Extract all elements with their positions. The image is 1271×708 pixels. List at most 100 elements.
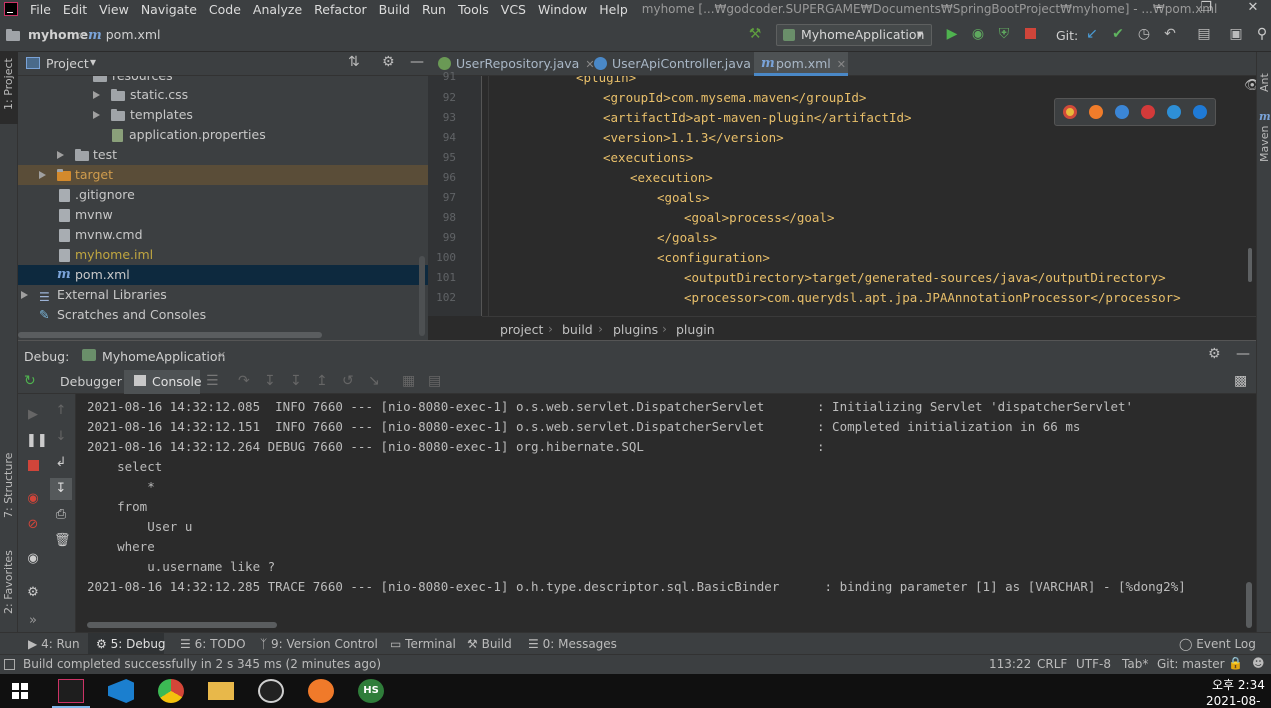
chrome-icon[interactable] [1063, 105, 1077, 119]
tree-item-scratches[interactable]: ✎ Scratches and Consoles [18, 305, 428, 325]
console-output[interactable]: 2021-08-16 14:32:12.085 INFO 7660 --- [n… [76, 394, 1256, 632]
menu-view[interactable]: View [93, 2, 135, 17]
menu-refactor[interactable]: Refactor [308, 2, 372, 17]
breadcrumb-item[interactable]: build [562, 322, 593, 337]
menu-vcs[interactable]: VCS [495, 2, 532, 17]
pause-icon[interactable]: ❚❚ [26, 434, 48, 448]
console-vertical-scrollbar[interactable] [1246, 582, 1252, 628]
memory-indicator-icon[interactable]: ☻ [1252, 656, 1265, 670]
drop-frame-icon[interactable]: ↺ [342, 373, 354, 389]
run-icon[interactable]: ▶ [944, 26, 960, 42]
tree-item-external-libraries[interactable]: ☰ External Libraries [18, 285, 428, 305]
safari-icon[interactable] [1115, 105, 1129, 119]
tool-messages[interactable]: ☰ 0: Messages [528, 637, 617, 651]
stop-icon[interactable] [1022, 26, 1038, 42]
project-panel-title[interactable]: Project [46, 56, 89, 71]
breadcrumb-item[interactable]: plugin [676, 322, 715, 337]
menu-lines-icon[interactable]: ☰ [206, 373, 219, 389]
tab-debugger[interactable]: Debugger [60, 374, 122, 389]
tree-item-pom-xml[interactable]: m pom.xml [18, 265, 428, 285]
git-branch[interactable]: Git: master [1157, 657, 1225, 671]
chrome-taskbar-icon[interactable] [158, 679, 184, 703]
lock-icon[interactable]: 🔒 [1228, 656, 1243, 670]
tab-user-api-controller[interactable]: UserApiController.java✕ [586, 52, 766, 76]
step-over-icon[interactable]: ↷ [238, 373, 250, 389]
tab-pom-xml[interactable]: m pom.xml ✕ [754, 52, 848, 76]
collapse-all-icon[interactable]: ⇅ [348, 54, 360, 70]
hide-panel-icon[interactable]: — [1236, 346, 1250, 362]
tab-console[interactable]: Console [124, 370, 202, 394]
menu-tools[interactable]: Tools [452, 2, 495, 17]
console-horizontal-scrollbar[interactable] [87, 622, 277, 628]
ant-tool-label[interactable]: Ant [1258, 73, 1271, 92]
history-icon[interactable]: ◷ [1136, 26, 1152, 42]
menu-analyze[interactable]: Analyze [247, 2, 308, 17]
more-icon[interactable]: » [26, 614, 40, 628]
restore-button[interactable]: ❐ [1190, 0, 1222, 18]
up-arrow-icon[interactable]: ↑ [54, 404, 68, 418]
tree-item-mvnw-cmd[interactable]: mvnw.cmd [18, 225, 428, 245]
panel-toggle-icon[interactable] [4, 659, 15, 670]
close-tab-icon[interactable]: ✕ [837, 58, 846, 71]
menu-window[interactable]: Window [532, 2, 593, 17]
internet-explorer-icon[interactable] [1167, 105, 1181, 119]
tool-event-log[interactable]: ◯ Event Log [1179, 637, 1256, 651]
minimize-button[interactable]: – [1143, 0, 1175, 18]
structure-tool-label[interactable]: 7: Structure [2, 453, 15, 518]
trace-icon[interactable]: ▤ [428, 373, 441, 389]
view-breakpoints-icon[interactable]: ◉ [26, 492, 40, 506]
down-arrow-icon[interactable]: ↓ [54, 430, 68, 444]
menu-file[interactable]: File [24, 2, 57, 17]
soft-wrap-icon[interactable]: ↲ [54, 456, 68, 470]
tool-terminal[interactable]: ▭ Terminal [390, 637, 456, 651]
git-update-icon[interactable]: ↙ [1084, 26, 1100, 42]
indent-setting[interactable]: Tab* [1122, 657, 1148, 671]
build-hammer-icon[interactable]: ⚒ [747, 26, 763, 42]
menu-navigate[interactable]: Navigate [135, 2, 203, 17]
run-configuration-select[interactable]: MyhomeApplication ▾ [776, 24, 932, 46]
expand-arrow-icon[interactable] [39, 171, 46, 179]
menu-code[interactable]: Code [203, 2, 247, 17]
trash-icon[interactable]: 🗑 [54, 534, 71, 548]
close-window-button[interactable]: ✕ [1237, 0, 1269, 18]
expand-arrow-icon[interactable] [57, 151, 64, 159]
run-to-cursor-icon[interactable]: ↘ [368, 373, 380, 389]
menu-run[interactable]: Run [416, 2, 452, 17]
taskbar-date[interactable]: 2021-08-16 [1206, 694, 1271, 708]
taskbar-time[interactable]: 오후 2:34 [1212, 676, 1265, 693]
tree-item-templates[interactable]: templates [18, 105, 428, 125]
editor-scrollbar[interactable] [1248, 248, 1252, 282]
menu-help[interactable]: Help [593, 2, 634, 17]
expand-arrow-icon[interactable] [21, 291, 28, 299]
expand-arrow-icon[interactable] [93, 91, 100, 99]
vscode-taskbar-icon[interactable] [108, 679, 134, 703]
file-explorer-taskbar-icon[interactable] [208, 682, 234, 700]
tree-item-mvnw[interactable]: mvnw [18, 205, 428, 225]
resume-icon[interactable]: ▶ [26, 408, 40, 422]
breadcrumb-item[interactable]: project [500, 322, 543, 337]
tree-item-myhome-iml[interactable]: myhome.iml [18, 245, 428, 265]
tree-item-static-css[interactable]: static.css [18, 85, 428, 105]
search-icon[interactable]: ⚲ [1254, 26, 1270, 42]
project-structure-icon[interactable]: ▤ [1196, 26, 1212, 42]
evaluate-icon[interactable]: ▦ [402, 373, 415, 389]
menu-edit[interactable]: Edit [57, 2, 93, 17]
force-step-into-icon[interactable]: ↧ [290, 373, 302, 389]
firefox-icon[interactable] [1089, 105, 1103, 119]
tool-build[interactable]: ⚒ Build [467, 637, 512, 651]
nav-project[interactable]: myhome [6, 27, 88, 42]
tree-item-gitignore[interactable]: .gitignore [18, 185, 428, 205]
rerun-icon[interactable]: ↻ [24, 373, 36, 389]
vertical-scrollbar[interactable] [419, 256, 425, 336]
obs-taskbar-icon[interactable] [258, 679, 284, 703]
print-icon[interactable]: ⎙ [54, 508, 68, 522]
edge-icon[interactable] [1193, 105, 1207, 119]
expand-arrow-icon[interactable] [93, 111, 100, 119]
hide-panel-icon[interactable]: — [410, 54, 424, 70]
camera-icon[interactable]: ◉ [26, 552, 40, 566]
presentation-icon[interactable]: ▣ [1228, 26, 1244, 42]
rollback-icon[interactable]: ↶ [1162, 26, 1178, 42]
maven-tool-label[interactable]: Maven [1258, 126, 1271, 162]
gear-icon[interactable]: ⚙ [1208, 346, 1221, 362]
nav-file[interactable]: m pom.xml [88, 27, 161, 43]
